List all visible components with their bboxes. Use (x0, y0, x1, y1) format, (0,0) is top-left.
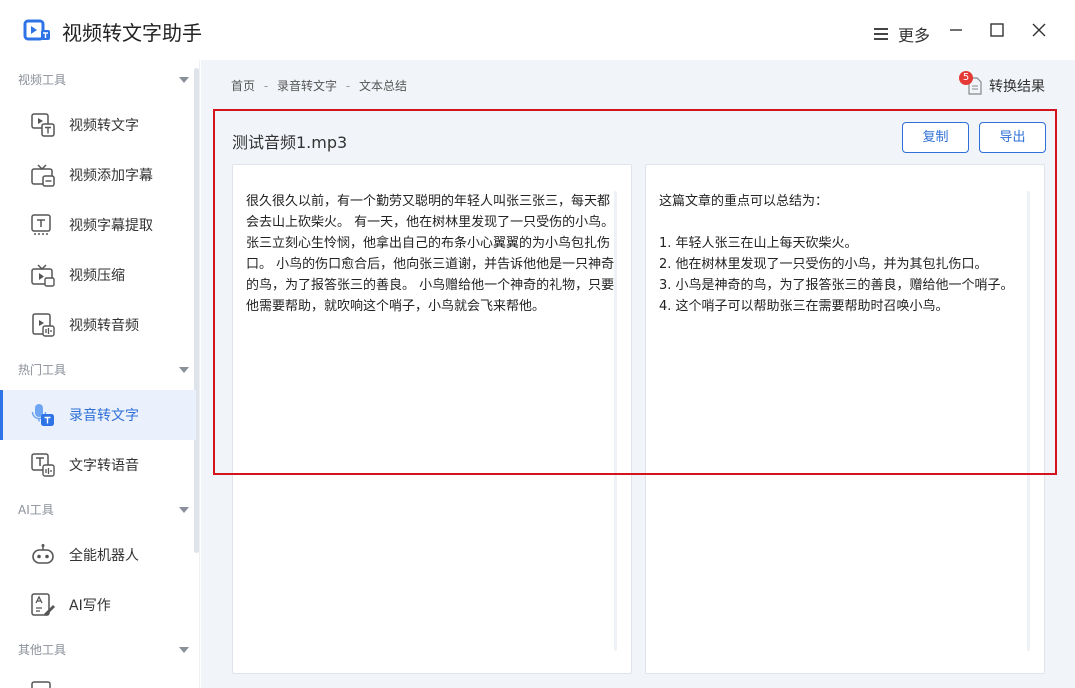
caret-down-icon (179, 77, 189, 83)
app-title: 视频转文字助手 (62, 21, 202, 45)
maximize-button[interactable] (985, 18, 1009, 42)
caret-down-icon (179, 507, 189, 513)
caret-down-icon (179, 367, 189, 373)
ai-write-icon (31, 593, 55, 616)
sidebar-item-label: 视频转音频 (69, 318, 139, 334)
close-button[interactable] (1027, 18, 1051, 42)
sidebar-item-label: AI写作 (69, 598, 111, 614)
sidebar-item-video-compress[interactable]: 视频压缩 (0, 250, 196, 300)
sidebar-item-label: 视频压缩 (69, 268, 125, 284)
sidebar-item-label: 文字转语音 (69, 458, 139, 474)
sidebar-item-label: 全能机器人 (69, 548, 139, 564)
breadcrumb-audio-to-text[interactable]: 录音转文字 (277, 79, 337, 93)
section-video-tools[interactable]: 视频工具 (0, 65, 199, 95)
sidebar-item-video-to-text[interactable]: 视频转文字 (0, 100, 196, 150)
sidebar-item-label: 视频转文字 (69, 118, 139, 134)
minimize-icon (950, 29, 962, 31)
summary-text-scrollbar[interactable] (1027, 191, 1030, 651)
more-menu-button[interactable]: 更多 (874, 22, 930, 46)
sidebar-item-label: 录音转文字 (69, 408, 139, 424)
sidebar: 视频工具 视频转文字 视频添加字幕 视频字幕提取 视频压缩 视频转音频 热门工具… (0, 60, 200, 688)
app-logo-icon (23, 19, 50, 41)
minimize-button[interactable] (944, 18, 968, 42)
breadcrumb-home[interactable]: 首页 (231, 79, 255, 93)
conversion-results-button[interactable]: 转换结果 (967, 76, 1045, 96)
sidebar-item-text-to-speech[interactable]: 文字转语音 (0, 440, 196, 490)
title-bar: 视频转文字助手 更多 (0, 0, 1075, 60)
conversion-results-label: 转换结果 (989, 79, 1045, 95)
file-name: 测试音频1.mp3 (232, 133, 348, 152)
sidebar-item-subtitle-extract[interactable]: 视频字幕提取 (0, 200, 196, 250)
summary-text: 这篇文章的重点可以总结为： 1. 年轻人张三在山上每天砍柴火。 2. 他在树林里… (659, 194, 1014, 314)
video-compress-icon (31, 264, 55, 287)
original-text-box[interactable]: 很久很久以前，有一个勤劳又聪明的年轻人叫张三张三，每天都会去山上砍柴火。 有一天… (232, 164, 632, 674)
text-speech-icon (31, 453, 55, 477)
breadcrumb: 首页 - 录音转文字 - 文本总结 (231, 79, 408, 93)
sidebar-item-ai-writing[interactable]: AI写作 (0, 580, 196, 630)
subtitle-extract-icon (31, 214, 51, 235)
close-icon (1032, 23, 1046, 37)
caret-down-icon (179, 647, 189, 653)
other-tool-icon (31, 681, 51, 688)
video-audio-icon (32, 313, 55, 337)
mic-text-icon (31, 404, 54, 426)
maximize-icon (990, 23, 1004, 37)
section-ai-tools[interactable]: AI工具 (0, 495, 199, 525)
breadcrumb-summary: 文本总结 (359, 79, 408, 93)
tv-subtitle-icon (31, 164, 55, 187)
video-to-text-icon (31, 113, 55, 137)
sidebar-item-audio-to-text[interactable]: 录音转文字 (0, 390, 196, 440)
more-label: 更多 (898, 26, 931, 45)
summary-panel: 测试音频1.mp3 复制 导出 很久很久以前，有一个勤劳又聪明的年轻人叫张三张三… (215, 110, 1056, 680)
original-text: 很久很久以前，有一个勤劳又聪明的年轻人叫张三张三，每天都会去山上砍柴火。 有一天… (246, 194, 615, 314)
original-text-scrollbar[interactable] (614, 191, 617, 651)
copy-button[interactable]: 复制 (902, 122, 969, 153)
summary-text-box[interactable]: 这篇文章的重点可以总结为： 1. 年轻人张三在山上每天砍柴火。 2. 他在树林里… (645, 164, 1045, 674)
sidebar-item-video-add-subtitle[interactable]: 视频添加字幕 (0, 150, 196, 200)
section-hot-tools[interactable]: 热门工具 (0, 355, 199, 385)
menu-icon (874, 27, 890, 41)
section-other-tools[interactable]: 其他工具 (0, 635, 199, 665)
robot-icon (32, 544, 54, 564)
result-count-badge: 5 (959, 71, 973, 85)
main-content: 首页 - 录音转文字 - 文本总结 转换结果 5 测试音频1.mp3 复制 导出… (201, 60, 1075, 688)
sidebar-item-label: 视频字幕提取 (69, 218, 153, 234)
sidebar-item-robot[interactable]: 全能机器人 (0, 530, 196, 580)
sidebar-item-video-to-audio[interactable]: 视频转音频 (0, 300, 196, 350)
export-button[interactable]: 导出 (979, 122, 1046, 153)
sidebar-item-label: 视频添加字幕 (69, 168, 153, 184)
